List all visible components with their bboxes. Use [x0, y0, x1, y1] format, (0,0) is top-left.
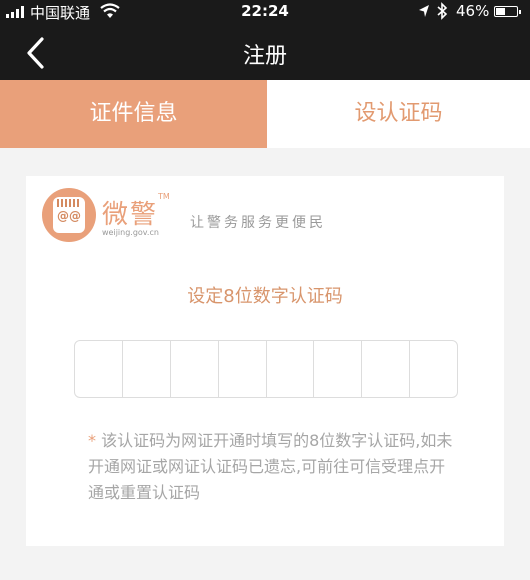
code-digit-box[interactable] [171, 341, 219, 397]
brand-name: 微警 [102, 200, 159, 230]
battery-icon [494, 6, 521, 17]
weijing-logo-icon: @@ [42, 188, 96, 242]
brand-url: weijing.gov.cn [102, 228, 159, 237]
bluetooth-icon [437, 2, 448, 20]
status-bar: 中国联通 22:24 46% [0, 0, 530, 24]
code-digit-box[interactable] [410, 341, 457, 397]
tab-id-info[interactable]: 证件信息 [0, 80, 267, 148]
auth-code-note: * 该认证码为网证开通时填写的8位数字认证码,如未开通网证或网证认证码已遗忘,可… [88, 428, 458, 506]
clock: 22:24 [241, 2, 289, 20]
code-digit-box[interactable] [267, 341, 315, 397]
code-digit-box[interactable] [362, 341, 411, 397]
code-digit-box[interactable] [219, 341, 267, 397]
auth-code-input[interactable] [74, 340, 458, 398]
page-title: 注册 [242, 44, 287, 69]
auth-code-heading: 设定8位数字认证码 [187, 286, 343, 307]
trademark-mark: TM [158, 192, 170, 201]
note-asterisk: * [88, 431, 96, 450]
note-text: 该认证码为网证开通时填写的8位数字认证码,如未开通网证或网证认证码已遗忘,可前往… [88, 431, 453, 502]
battery-percent: 46% [456, 2, 490, 20]
code-digit-box[interactable] [75, 341, 123, 397]
battery-level [496, 8, 505, 15]
tab-set-auth-code[interactable]: 设认证码 [267, 80, 530, 148]
code-digit-box[interactable] [314, 341, 363, 397]
code-digit-box[interactable] [123, 341, 171, 397]
location-arrow-icon [419, 5, 429, 17]
brand-slogan: 让警务服务更便民 [190, 215, 326, 231]
top-bar: 中国联通 22:24 46% 注册 [0, 0, 530, 80]
auth-code-card: @@ 微警 TM weijing.gov.cn 让警务服务更便民 设定8位数字认… [26, 176, 504, 546]
tab-bar: 证件信息 设认证码 [0, 80, 530, 148]
